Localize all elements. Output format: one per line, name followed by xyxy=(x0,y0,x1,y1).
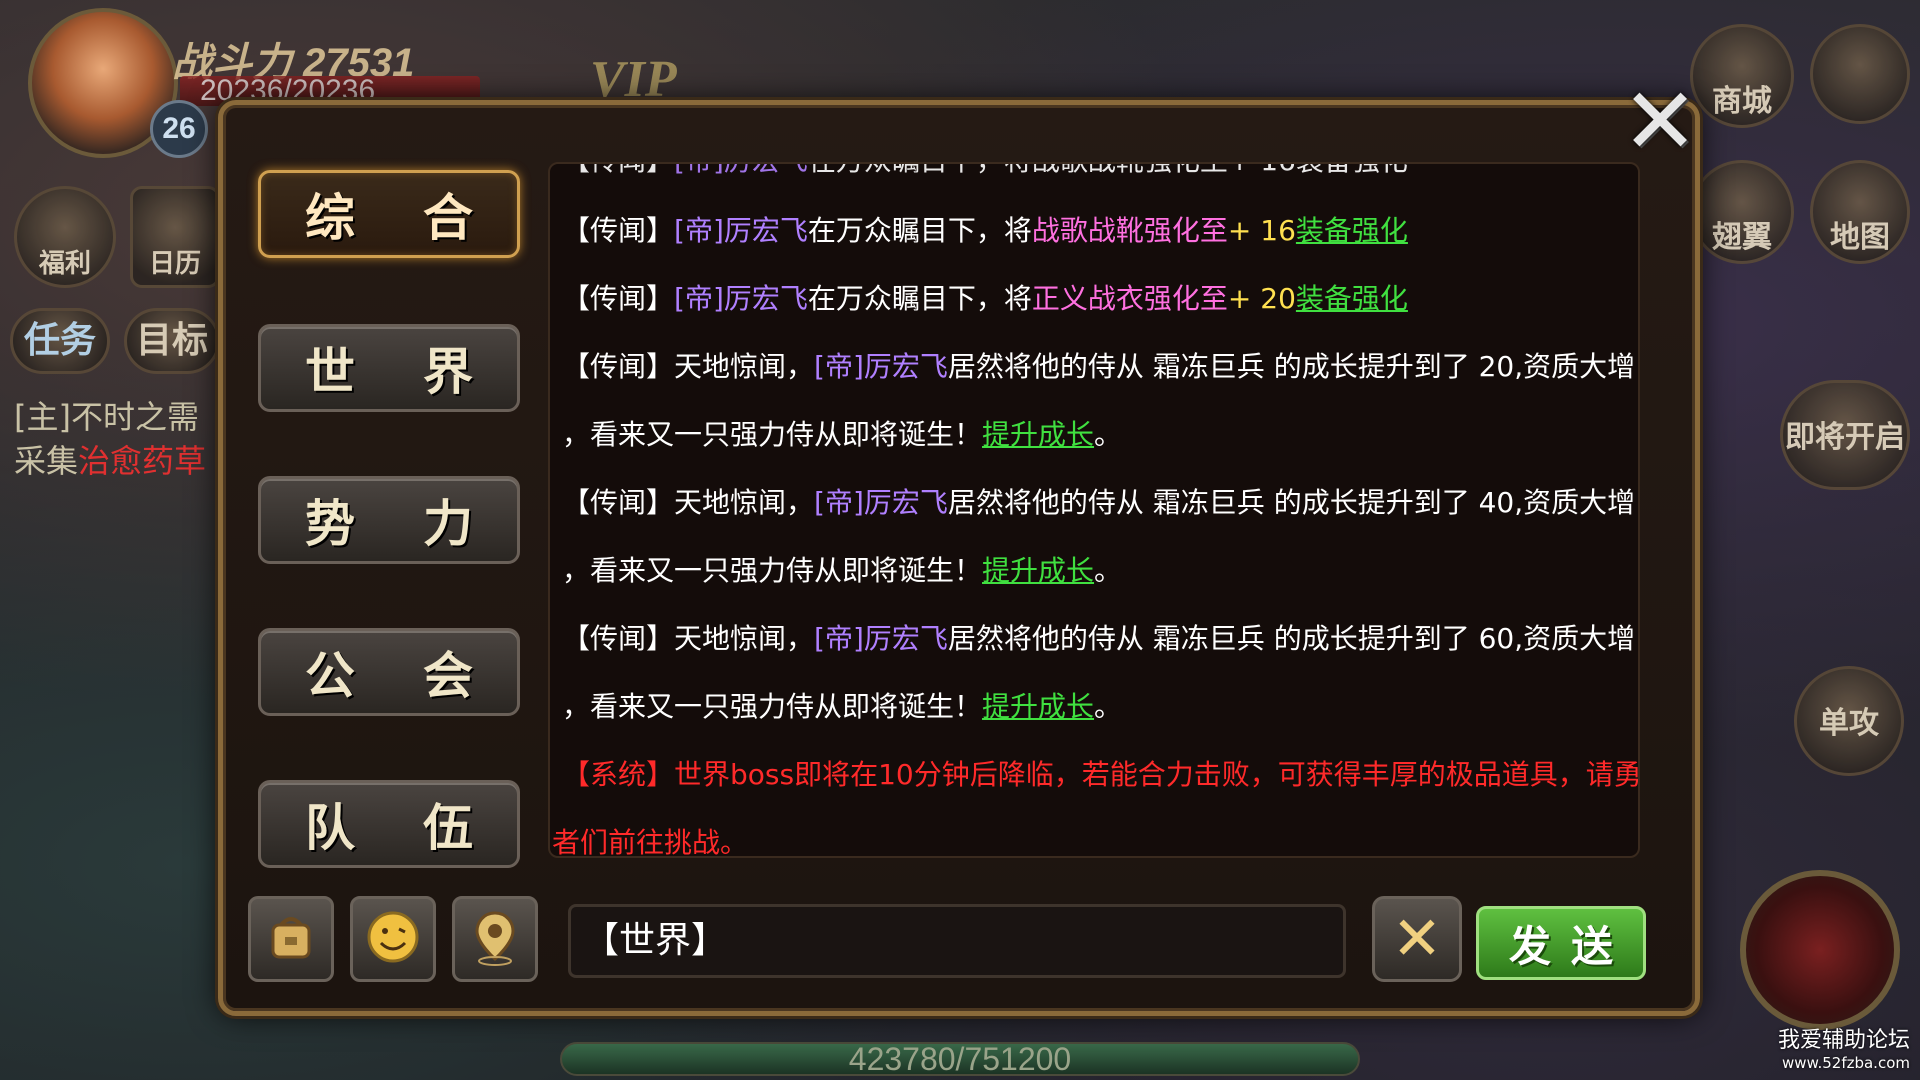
tab-general[interactable]: 综合 xyxy=(258,170,520,258)
watermark: 我爱辅助论坛 www.52fzba.com xyxy=(1777,1028,1910,1072)
player-link[interactable]: [帝]厉宏飞 xyxy=(674,282,808,315)
quest-desc[interactable]: 采集治愈药草 xyxy=(14,436,206,482)
enhance-link[interactable]: 装备强化 xyxy=(1296,214,1408,247)
player-link[interactable]: [帝]厉宏飞 xyxy=(814,622,948,655)
tab-team[interactable]: 队伍 xyxy=(258,780,520,868)
welfare-button[interactable]: 福利 xyxy=(14,186,116,288)
tab-world[interactable]: 世界 xyxy=(258,324,520,412)
system-message-cont: 者们前往挑战。 xyxy=(552,826,749,858)
task-button[interactable]: 任务 xyxy=(10,308,110,374)
shop-button[interactable]: 商城 xyxy=(1690,24,1794,128)
message-item-cont: ，看来又一只强力侍从即将诞生！提升成长。 xyxy=(562,690,1123,723)
emoji-icon xyxy=(363,907,423,971)
emoji-button[interactable] xyxy=(350,896,436,982)
growth-link[interactable]: 提升成长 xyxy=(982,554,1094,587)
chat-input[interactable]: 【世界】 xyxy=(568,904,1346,978)
player-link[interactable]: [帝]厉宏飞 xyxy=(814,350,948,383)
level-badge: 26 xyxy=(150,100,208,158)
growth-link[interactable]: 提升成长 xyxy=(982,418,1094,451)
message-item: 【传闻】天地惊闻，[帝]厉宏飞居然将他的侍从 霜冻巨兵 的成长提升到了 40,资… xyxy=(562,486,1636,519)
message-item-cont: ，看来又一只强力侍从即将诞生！提升成长。 xyxy=(562,418,1123,451)
target-button[interactable]: 目标 xyxy=(124,308,220,374)
message-list[interactable]: 【传闻】[帝]厉宏飞在万众瞩目下，将战歌战靴强化至+ 16装备强化 【传闻】[帝… xyxy=(548,162,1640,858)
close-icon[interactable]: ✕ xyxy=(1618,76,1702,168)
tab-faction[interactable]: 势力 xyxy=(258,476,520,564)
coming-soon-button[interactable]: 即将开启 xyxy=(1780,380,1910,490)
message-item: 【传闻】[帝]厉宏飞在万众瞩目下，将正义战衣强化至+ 20装备强化 xyxy=(562,282,1408,315)
player-link[interactable]: [帝]厉宏飞 xyxy=(674,214,808,247)
map-button[interactable]: 地图 xyxy=(1810,160,1910,264)
message-item-cont: ，看来又一只强力侍从即将诞生！提升成长。 xyxy=(562,554,1123,587)
single-attack-button[interactable]: 单攻 xyxy=(1794,666,1904,776)
tab-guild[interactable]: 公会 xyxy=(258,628,520,716)
message-item: 【传闻】天地惊闻，[帝]厉宏飞居然将他的侍从 霜冻巨兵 的成长提升到了 20,资… xyxy=(562,350,1636,383)
message-item: 【传闻】[帝]厉宏飞在万众瞩目下，将战歌战靴强化至+ 16装备强化 xyxy=(562,214,1408,247)
attack-skill-button[interactable] xyxy=(1740,870,1900,1030)
location-button[interactable] xyxy=(452,896,538,982)
location-icon xyxy=(467,907,523,971)
quest-title[interactable]: [主]不时之需 xyxy=(14,392,199,438)
system-message: 【系统】世界boss即将在10分钟后降临，若能合力击败，可获得丰厚的极品道具，请… xyxy=(562,758,1640,791)
bag-icon xyxy=(263,909,319,969)
message-item: 【传闻】天地惊闻，[帝]厉宏飞居然将他的侍从 霜冻巨兵 的成长提升到了 60,资… xyxy=(562,622,1636,655)
player-link[interactable]: [帝]厉宏飞 xyxy=(814,486,948,519)
send-button[interactable]: 发送 xyxy=(1476,906,1646,980)
wings-button[interactable]: 翅翼 xyxy=(1690,160,1794,264)
clear-button[interactable]: ✕ xyxy=(1372,896,1462,982)
growth-link[interactable]: 提升成长 xyxy=(982,690,1094,723)
calendar-button[interactable]: 日历 xyxy=(130,186,220,288)
message-cut: 【传闻】[帝]厉宏飞在万众瞩目下，将战歌战靴强化至+ 16装备强化 xyxy=(562,164,1408,178)
bag-button[interactable] xyxy=(248,896,334,982)
home-button[interactable] xyxy=(1810,24,1910,124)
exp-bar: 423780/751200 xyxy=(560,1042,1360,1076)
enhance-link[interactable]: 装备强化 xyxy=(1296,282,1408,315)
